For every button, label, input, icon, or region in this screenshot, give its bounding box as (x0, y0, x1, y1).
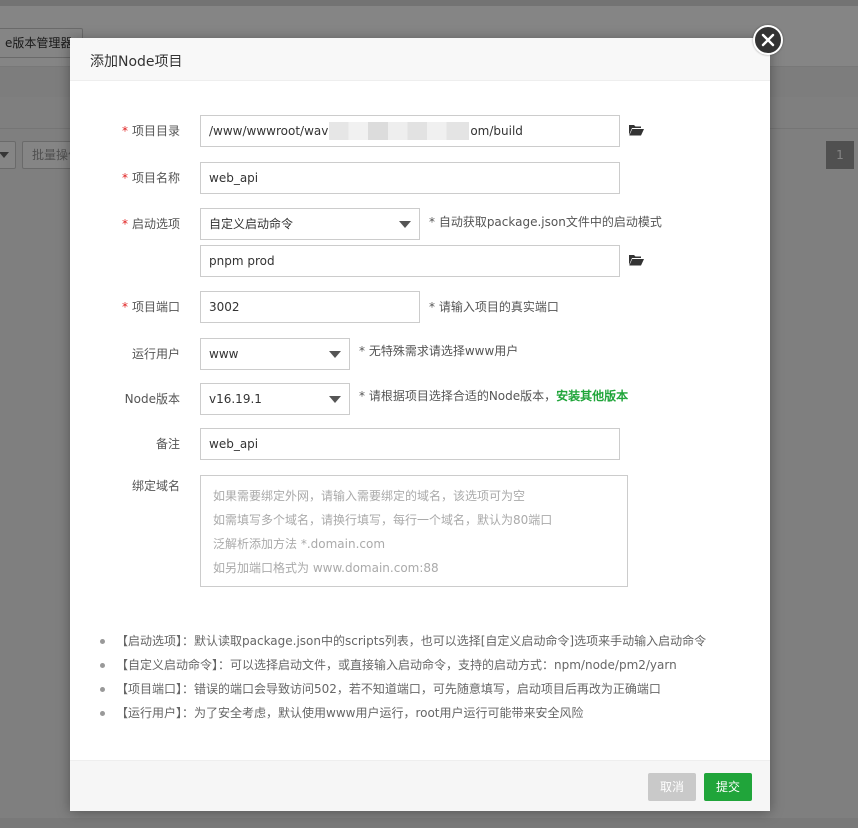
start-command-input[interactable]: pnpm prod (200, 245, 620, 277)
project-port-input[interactable]: 3002 (200, 291, 420, 323)
install-other-version-link[interactable]: 安装其他版本 (556, 389, 628, 403)
required-mark: * (121, 124, 128, 138)
chevron-down-icon (329, 396, 341, 403)
label-project-dir: 项目目录 (131, 124, 180, 138)
chevron-down-icon (329, 351, 341, 358)
add-node-project-dialog: 添加Node项目 * 项目目录 /www/wwwroot/wav om/build … (70, 38, 770, 811)
row-project-name: * 项目名称 web_api (70, 162, 770, 194)
row-start-option: * 启动选项 自定义启动命令 * 自动获取package.json文件中的启动模式 (70, 208, 770, 240)
domain-placeholder-line: 如需填写多个域名，请换行填写，每行一个域名，默认为80端口 (213, 513, 553, 527)
row-project-dir: * 项目目录 /www/wwwroot/wav om/build (70, 115, 770, 147)
domain-placeholder-line: 如果需要绑定外网，请输入需要绑定的域名，该选项可为空 (213, 489, 526, 503)
row-run-user: 运行用户 www * 无特殊需求请选择www用户 (70, 338, 770, 370)
label-project-port: 项目端口 (131, 300, 180, 314)
dialog-footer: 取消 提交 (70, 760, 770, 811)
label-start-option: 启动选项 (131, 217, 180, 231)
chevron-down-icon (399, 221, 411, 228)
required-mark: * (121, 217, 128, 231)
start-option-selected: 自定义启动命令 (209, 217, 294, 231)
dialog-header: 添加Node项目 (70, 38, 770, 81)
start-option-hint: * 自动获取package.json文件中的启动模式 (429, 215, 662, 229)
label-run-user: 运行用户 (131, 347, 180, 361)
tip-item: 【运行用户】：为了安全考虑，默认使用www用户运行，root用户运行可能带来安全… (100, 701, 760, 725)
project-port-hint: * 请输入项目的真实端口 (429, 300, 559, 314)
required-mark: * (121, 171, 128, 185)
tip-item: 【启动选项】：默认读取package.json中的scripts列表，也可以选择… (100, 629, 760, 653)
domain-placeholder-line: 泛解析添加方法 *.domain.com (213, 537, 386, 551)
node-version-select[interactable]: v16.19.1 (200, 383, 350, 415)
required-mark: * (121, 300, 128, 314)
project-name-input[interactable]: web_api (200, 162, 620, 194)
project-dir-input[interactable]: /www/wwwroot/wav om/build (200, 115, 620, 147)
project-dir-value-suffix: om/build (470, 124, 523, 138)
node-version-selected: v16.19.1 (209, 392, 262, 406)
remark-input[interactable]: web_api (200, 428, 620, 460)
folder-open-icon[interactable] (629, 254, 644, 266)
tips-list: 【启动选项】：默认读取package.json中的scripts列表，也可以选择… (100, 629, 760, 725)
cancel-button[interactable]: 取消 (648, 773, 696, 801)
close-button[interactable] (753, 25, 783, 55)
project-dir-value-prefix: /www/wwwroot/wav (209, 124, 329, 138)
run-user-select[interactable]: www (200, 338, 350, 370)
tip-item: 【项目端口】：错误的端口会导致访问502，若不知道端口，可先随意填写，启动项目后… (100, 677, 760, 701)
tip-item: 【自定义启动命令】：可以选择启动文件，或直接输入启动命令，支持的启动方式：npm… (100, 653, 760, 677)
row-start-command: pnpm prod (70, 245, 770, 277)
bind-domain-textarea[interactable]: 如果需要绑定外网，请输入需要绑定的域名，该选项可为空 如需填写多个域名，请换行填… (200, 475, 628, 587)
run-user-selected: www (209, 347, 239, 361)
label-bind-domain: 绑定域名 (131, 479, 180, 493)
node-version-hint: * 请根据项目选择合适的Node版本，安装其他版本 (359, 381, 628, 411)
close-icon (761, 33, 775, 47)
row-project-port: * 项目端口 3002 * 请输入项目的真实端口 (70, 291, 770, 323)
node-version-hint-text: * 请根据项目选择合适的Node版本， (359, 389, 557, 403)
label-node-version: Node版本 (124, 392, 180, 406)
submit-button[interactable]: 提交 (704, 773, 752, 801)
row-node-version: Node版本 v16.19.1 * 请根据项目选择合适的Node版本，安装其他版… (70, 383, 770, 415)
label-remark: 备注 (155, 437, 180, 451)
row-remark: 备注 web_api (70, 428, 770, 460)
folder-open-icon[interactable] (629, 124, 644, 136)
redacted-mosaic (329, 122, 469, 140)
domain-placeholder-line: 如另加端口格式为 www.domain.com:88 (213, 561, 439, 575)
start-option-select[interactable]: 自定义启动命令 (200, 208, 420, 240)
label-project-name: 项目名称 (131, 171, 180, 185)
dialog-title: 添加Node项目 (90, 54, 183, 70)
run-user-hint: * 无特殊需求请选择www用户 (359, 344, 519, 358)
